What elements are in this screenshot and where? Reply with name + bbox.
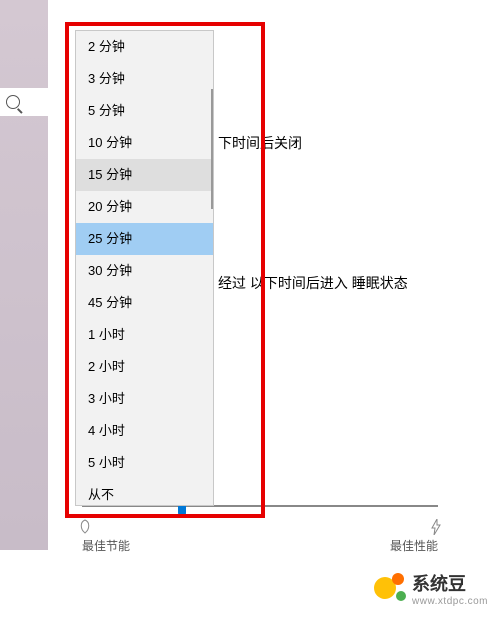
dropdown-item[interactable]: 4 小时 <box>76 415 213 447</box>
screen-off-label: 下时间后关闭 <box>218 133 302 153</box>
dropdown-item[interactable]: 15 分钟 <box>76 159 213 191</box>
dropdown-item[interactable]: 从不 <box>76 479 213 506</box>
watermark: 系统豆 www.xtdpc.com <box>374 570 488 607</box>
time-dropdown-list[interactable]: 2 分钟3 分钟5 分钟10 分钟15 分钟20 分钟25 分钟30 分钟45 … <box>75 30 214 506</box>
dropdown-item[interactable]: 25 分钟 <box>76 223 213 255</box>
dropdown-item[interactable]: 1 小时 <box>76 319 213 351</box>
dropdown-item[interactable]: 30 分钟 <box>76 255 213 287</box>
leaf-icon <box>78 519 92 535</box>
lightning-icon <box>430 519 442 538</box>
dropdown-item[interactable]: 10 分钟 <box>76 127 213 159</box>
dropdown-item[interactable]: 3 小时 <box>76 383 213 415</box>
search-input[interactable] <box>0 88 48 116</box>
slider-right-label: 最佳性能 <box>390 537 438 554</box>
search-icon <box>6 95 20 109</box>
dropdown-item[interactable]: 5 小时 <box>76 447 213 479</box>
dropdown-item[interactable]: 3 分钟 <box>76 63 213 95</box>
dropdown-item[interactable]: 45 分钟 <box>76 287 213 319</box>
sleep-label: 经过 以下时间后进入 睡眠状态 <box>218 273 408 293</box>
dropdown-item[interactable]: 5 分钟 <box>76 95 213 127</box>
dropdown-item[interactable]: 2 小时 <box>76 351 213 383</box>
scrollbar-thumb[interactable] <box>211 89 213 209</box>
watermark-url: www.xtdpc.com <box>412 596 488 607</box>
slider-left-label: 最佳节能 <box>82 537 130 554</box>
left-panel-strip <box>0 0 48 550</box>
dropdown-item[interactable]: 2 分钟 <box>76 31 213 63</box>
watermark-logo-icon <box>374 573 406 605</box>
watermark-name: 系统豆 <box>412 570 488 596</box>
dropdown-item[interactable]: 20 分钟 <box>76 191 213 223</box>
